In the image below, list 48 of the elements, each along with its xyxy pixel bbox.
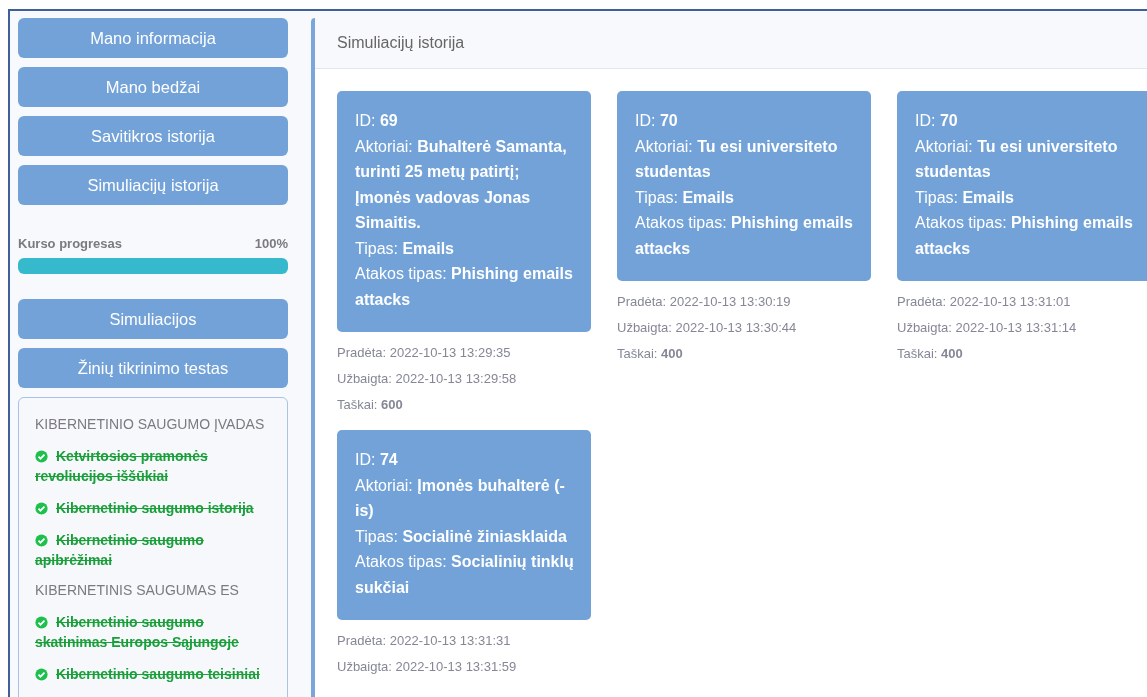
card-text: ID: 74 xyxy=(355,450,399,470)
card-text: Aktoriai: Tu esi universiteto studentas xyxy=(915,136,1119,182)
lesson-link[interactable]: Ketvirtosios pramonės revoliucijos iššūkiai xyxy=(35,446,271,486)
card-text: Tipas: Emails xyxy=(355,238,455,259)
card-text: Atakos tipas: Phishing emails attacks xyxy=(915,213,1134,259)
card-text: Tipas: Socialinė žiniasklaida xyxy=(355,526,568,547)
card-text: Aktoriai: Tu esi universiteto studentas xyxy=(635,136,839,182)
card-text: Aktoriai: Įmonės buhalterė (-is) xyxy=(355,475,566,521)
meta-text: Užbaigta: 2022-10-13 13:31:59 xyxy=(337,658,518,676)
card-text: Tipas: Emails xyxy=(915,187,1015,208)
meta-text: Pradėta: 2022-10-13 13:30:19 xyxy=(617,293,792,311)
section-heading: KIBERNETINIO SAUGUMO ĮVADAS xyxy=(35,416,266,432)
meta-text: Pradėta: 2022-10-13 13:29:35 xyxy=(337,344,512,362)
nav-button[interactable]: Žinių tikrinimo testas xyxy=(18,348,288,388)
panel-title: Simuliacijų istorija xyxy=(337,34,465,52)
meta-text: Taškai: 400 xyxy=(617,345,684,363)
card-text: ID: 69 xyxy=(355,111,399,131)
card-text: Atakos tipas: Socialinių tinklų sukčiai xyxy=(355,552,575,598)
nav-button[interactable]: Simuliacijų istorija xyxy=(18,165,288,205)
progress-reading: 100% xyxy=(254,236,288,251)
lesson-link[interactable]: Kibernetinio saugumo istorija xyxy=(35,498,271,518)
check-circle-icon xyxy=(35,616,48,629)
card-text: Atakos tipas: Phishing emails attacks xyxy=(355,264,574,310)
section-heading: KIBERNETINIS SAUGUMAS ES xyxy=(35,582,240,598)
card-text: Tipas: Emails xyxy=(635,187,735,208)
check-circle-icon xyxy=(35,534,48,547)
meta-text: Užbaigta: 2022-10-13 13:29:58 xyxy=(337,370,518,388)
meta-text: Užbaigta: 2022-10-13 13:31:14 xyxy=(897,319,1078,337)
nav-button[interactable]: Savitikros istorija xyxy=(18,116,288,156)
card-text: ID: 70 xyxy=(635,111,679,131)
progress-label: Kurso progresas xyxy=(18,236,123,251)
card-text: Aktoriai: Buhalterė Samanta, turinti 25 metų patirtį; Įmonės vadovas Jonas Simaitis. xyxy=(355,136,568,233)
meta-text: Pradėta: 2022-10-13 13:31:31 xyxy=(337,632,512,650)
check-circle-icon xyxy=(35,502,48,515)
nav-button[interactable]: Simuliacijos xyxy=(18,299,288,339)
card-text: Atakos tipas: Phishing emails attacks xyxy=(635,213,854,259)
check-circle-icon xyxy=(35,450,48,463)
check-circle-icon xyxy=(35,668,48,681)
nav-button[interactable]: Mano informacija xyxy=(18,18,288,58)
lesson-link[interactable]: Kibernetinio saugumo skatinimas Europos Sąjungoje xyxy=(35,612,271,652)
card-text: ID: 70 xyxy=(915,111,959,131)
meta-text: Taškai: 600 xyxy=(337,396,404,414)
lesson-link[interactable]: Kibernetinio saugumo teisiniai xyxy=(35,664,271,684)
meta-text: Taškai: 400 xyxy=(897,345,964,363)
meta-text: Užbaigta: 2022-10-13 13:30:44 xyxy=(617,319,798,337)
meta-text: Pradėta: 2022-10-13 13:31:01 xyxy=(897,293,1072,311)
nav-button[interactable]: Mano bedžai xyxy=(18,67,288,107)
lesson-link[interactable]: Kibernetinio saugumo apibrėžimai xyxy=(35,530,271,570)
